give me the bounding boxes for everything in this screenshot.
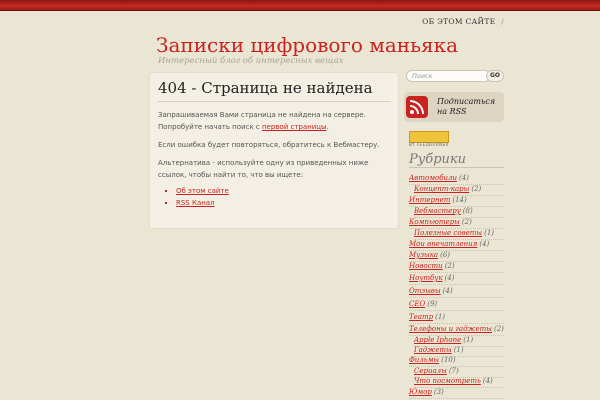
category-name: Музыка xyxy=(409,251,439,259)
category-item[interactable]: Театр (1) xyxy=(409,312,504,324)
category-count: (3) xyxy=(433,388,444,396)
category-name: Автомобили xyxy=(409,174,457,182)
category-name: Гаджеты xyxy=(414,346,452,354)
feedburner-caption: BY FEEDBURNER xyxy=(409,142,449,147)
search-input[interactable]: Поиск xyxy=(406,70,491,82)
category-name: Юмор xyxy=(409,388,432,396)
category-item[interactable]: Отзывы (4) xyxy=(409,286,504,298)
category-name: Новости xyxy=(409,262,443,270)
category-item[interactable]: Ноутбук (4) xyxy=(409,273,504,285)
category-name: Телефоны и гаджеты xyxy=(409,325,492,333)
category-count: (9) xyxy=(427,300,438,308)
site-title[interactable]: Записки цифрового маньяка xyxy=(156,33,458,57)
category-item[interactable]: СЕО (9) xyxy=(409,299,504,311)
category-count: (4) xyxy=(479,240,490,248)
category-name: Apple Iphone xyxy=(414,336,462,344)
site-tagline: Интересный блог об интересных вещах xyxy=(158,56,344,66)
about-link[interactable]: Об этом сайте xyxy=(176,187,229,195)
category-name: Отзывы xyxy=(409,287,441,295)
category-count: (4) xyxy=(482,377,493,385)
rss-channel-link[interactable]: RSS Канал xyxy=(176,199,215,207)
category-count: (14) xyxy=(452,196,467,204)
category-count: (2) xyxy=(461,218,472,226)
category-count: (4) xyxy=(444,274,455,282)
category-count: (2) xyxy=(471,185,482,193)
list-item: Об этом сайте xyxy=(176,185,229,197)
categories-heading: Рубрики xyxy=(409,152,504,168)
category-count: (2) xyxy=(444,262,455,270)
category-name: Интернет xyxy=(409,196,451,204)
category-item[interactable]: Юмор (3) xyxy=(409,387,504,399)
category-count: (7) xyxy=(448,367,459,375)
list-item: RSS Канал xyxy=(176,197,229,209)
rss-subscribe-label[interactable]: Подписаться на RSS xyxy=(437,97,503,117)
category-name: Фильмы xyxy=(409,356,440,364)
category-name: Полезные советы xyxy=(414,229,483,237)
search-go-button[interactable]: GO xyxy=(486,70,504,82)
category-count: (1) xyxy=(484,229,495,237)
category-count: (1) xyxy=(435,313,446,321)
nav-about-link[interactable]: ОБ ЭТОМ САЙТЕ xyxy=(422,17,495,26)
category-name: Концепт-кары xyxy=(414,185,470,193)
category-name: Театр xyxy=(409,313,434,321)
category-name: Сериалы xyxy=(414,367,447,375)
nav-separator: / xyxy=(501,17,504,26)
category-name: Вебмастеру xyxy=(414,207,461,215)
alternative-links: Об этом сайте RSS Канал xyxy=(158,185,229,209)
category-count: (1) xyxy=(453,346,464,354)
category-count: (4) xyxy=(442,287,453,295)
top-decorative-bar xyxy=(0,0,600,11)
error-message: Запрашиваемая Вами страница не найдена н… xyxy=(158,109,391,133)
alternative-note: Альтернатива - используйте одну из приве… xyxy=(158,159,369,179)
category-name: Что посмотреть xyxy=(414,377,481,385)
category-name: Мои впечатления xyxy=(409,240,478,248)
error-message-end: . xyxy=(326,123,329,131)
category-count: (10) xyxy=(441,356,456,364)
category-count: (4) xyxy=(459,174,469,182)
top-nav: ОБ ЭТОМ САЙТЕ / xyxy=(422,17,504,26)
category-name: Компьютеры xyxy=(409,218,460,226)
webmaster-note: Если ошибка будет повторяться, обратитес… xyxy=(158,141,380,149)
category-count: (1) xyxy=(463,336,474,344)
category-item[interactable]: Новости (2) xyxy=(409,261,504,273)
category-name: Ноутбук xyxy=(409,274,443,282)
category-name: СЕО xyxy=(409,300,426,308)
category-count: (6) xyxy=(440,251,451,259)
page-title: 404 - Страница не найдена xyxy=(158,79,391,102)
rss-icon[interactable] xyxy=(406,96,428,118)
home-page-link[interactable]: первой страницы xyxy=(262,123,327,131)
category-count: (2) xyxy=(493,325,504,333)
category-count: (8) xyxy=(462,207,473,215)
